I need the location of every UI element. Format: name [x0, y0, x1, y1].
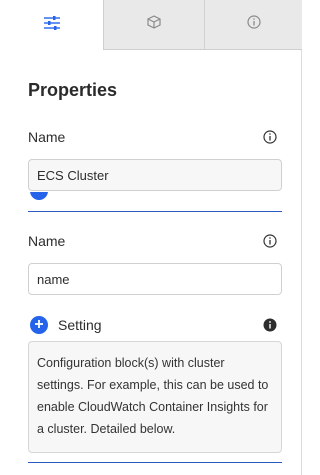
section-divider-bottom — [28, 462, 282, 463]
setting-description: Configuration block(s) with cluster sett… — [28, 341, 282, 453]
sliders-icon — [43, 15, 61, 35]
tab-info[interactable] — [204, 0, 302, 50]
setting-label: Setting — [58, 317, 102, 333]
tab-resource[interactable] — [103, 0, 204, 50]
plus-icon — [34, 316, 44, 334]
section-divider — [28, 211, 282, 212]
info-filled-icon[interactable] — [263, 318, 277, 332]
name-field[interactable] — [28, 159, 282, 191]
add-setting-button[interactable] — [30, 316, 48, 334]
name-field-2[interactable] — [28, 263, 282, 295]
info-icon[interactable] — [263, 234, 277, 248]
add-icon[interactable] — [30, 192, 48, 200]
info-icon[interactable] — [263, 130, 277, 144]
tab-properties[interactable] — [0, 0, 103, 50]
name-label: Name — [28, 129, 66, 145]
properties-panel: Properties Name Name Setting — [0, 0, 302, 475]
panel-title: Properties — [28, 80, 118, 100]
name-label-2: Name — [28, 233, 66, 249]
tab-bar — [0, 0, 302, 50]
info-icon — [246, 15, 261, 34]
cube-icon — [147, 15, 161, 34]
